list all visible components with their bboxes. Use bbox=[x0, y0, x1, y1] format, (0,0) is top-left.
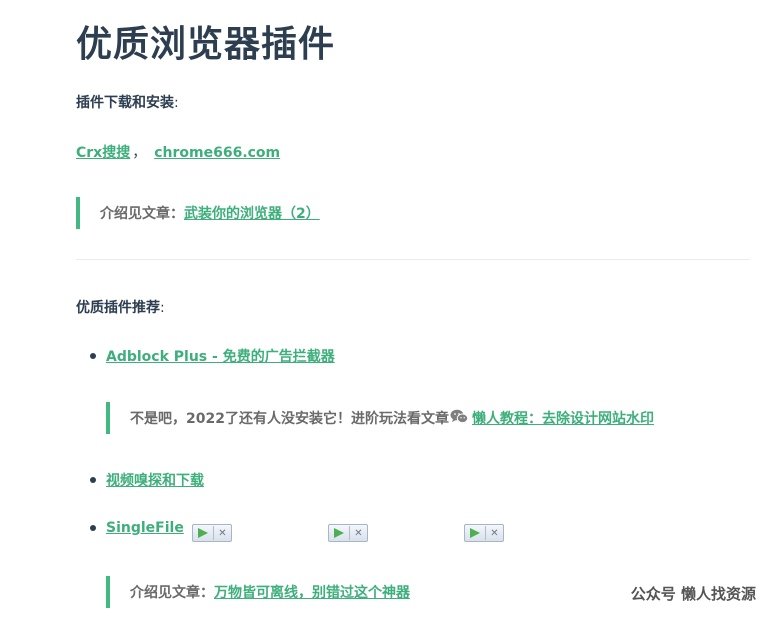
bullet-dot bbox=[90, 525, 96, 531]
download-label-text: 插件下载和安装 bbox=[76, 95, 174, 111]
media-player-button[interactable]: ✕ bbox=[192, 524, 232, 542]
play-icon[interactable] bbox=[465, 526, 486, 540]
recommend-label-colon: : bbox=[160, 300, 165, 316]
quote-prefix: 介绍见文章： bbox=[130, 585, 214, 601]
adblock-quote-text: 不是吧，2022了还有人没安装它！进阶玩法看文章 bbox=[130, 411, 449, 427]
blockquote-adblock: 不是吧，2022了还有人没安装它！进阶玩法看文章 懒人教程：去除设计网站水印 bbox=[106, 402, 654, 434]
bullet-dot bbox=[90, 353, 96, 359]
blockquote-singlefile: 介绍见文章： 万物皆可离线，别错过这个神器 bbox=[106, 576, 410, 608]
link-separator: ， bbox=[132, 145, 147, 161]
list-item-adblock: Adblock Plus - 免费的广告拦截器 bbox=[90, 346, 335, 366]
divider bbox=[76, 259, 750, 260]
blockquote-download: 介绍见文章： 武装你的浏览器（2） bbox=[76, 197, 320, 229]
play-icon[interactable] bbox=[193, 526, 214, 540]
list-item-video-sniff: 视频嗅探和下载 bbox=[90, 470, 204, 490]
page-title: 优质浏览器插件 bbox=[76, 24, 336, 65]
crx-souso-link[interactable]: Crx搜搜 bbox=[76, 145, 130, 161]
recommend-label-text: 优质插件推荐 bbox=[76, 300, 160, 316]
video-sniff-link[interactable]: 视频嗅探和下载 bbox=[106, 470, 204, 490]
wechat-icon bbox=[450, 409, 469, 428]
list-item-singlefile: SingleFile bbox=[90, 520, 184, 536]
download-label: 插件下载和安装: bbox=[76, 92, 179, 112]
bullet-dot bbox=[90, 477, 96, 483]
media-player-button[interactable]: ✕ bbox=[464, 524, 504, 542]
watermark: 公众号 懒人找资源 bbox=[630, 585, 756, 603]
download-label-colon: : bbox=[174, 95, 179, 111]
chrome666-link[interactable]: chrome666.com bbox=[154, 145, 280, 161]
arm-browser-article-link[interactable]: 武装你的浏览器（2） bbox=[184, 203, 320, 223]
lazy-tutorial-link[interactable]: 懒人教程：去除设计网站水印 bbox=[472, 408, 654, 428]
close-icon[interactable]: ✕ bbox=[350, 526, 367, 540]
download-links: Crx搜搜， chrome666.com bbox=[76, 142, 280, 162]
media-player-button[interactable]: ✕ bbox=[328, 524, 368, 542]
quote-prefix: 介绍见文章： bbox=[100, 206, 184, 222]
close-icon[interactable]: ✕ bbox=[214, 526, 231, 540]
offline-article-link[interactable]: 万物皆可离线，别错过这个神器 bbox=[214, 582, 410, 602]
singlefile-link[interactable]: SingleFile bbox=[106, 520, 184, 536]
recommend-label: 优质插件推荐: bbox=[76, 297, 165, 317]
adblock-plus-link[interactable]: Adblock Plus - 免费的广告拦截器 bbox=[106, 346, 335, 366]
close-icon[interactable]: ✕ bbox=[486, 526, 503, 540]
play-icon[interactable] bbox=[329, 526, 350, 540]
